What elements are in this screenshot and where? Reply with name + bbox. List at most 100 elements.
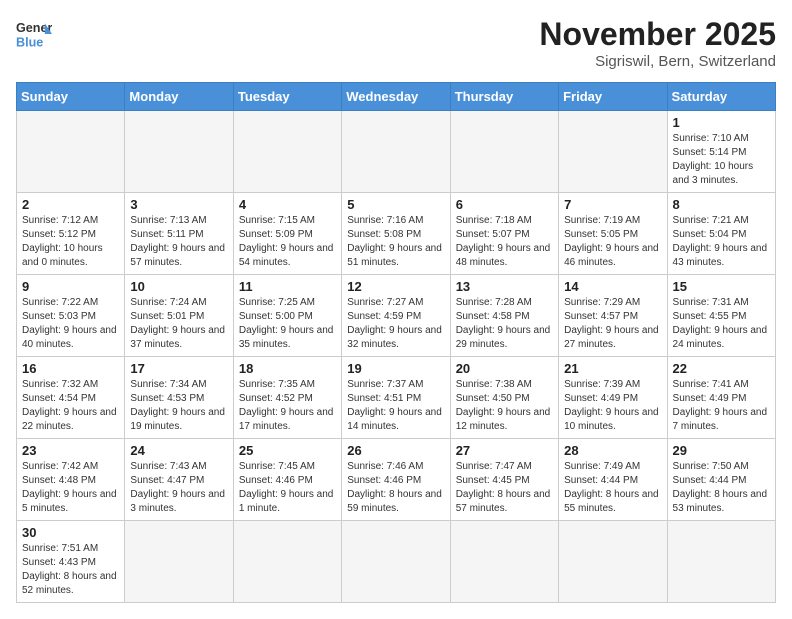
logo-icon: General Blue <box>16 16 52 52</box>
day-number: 16 <box>22 361 119 376</box>
day-info: Sunrise: 7:24 AM Sunset: 5:01 PM Dayligh… <box>130 296 227 352</box>
day-cell <box>450 111 558 193</box>
day-number: 19 <box>347 361 444 376</box>
day-number: 28 <box>564 443 661 458</box>
day-info: Sunrise: 7:45 AM Sunset: 4:46 PM Dayligh… <box>239 460 336 516</box>
day-cell <box>233 111 341 193</box>
day-number: 4 <box>239 197 336 212</box>
day-cell: 21 Sunrise: 7:39 AM Sunset: 4:49 PM Dayli… <box>559 357 667 439</box>
week-row-2: 2 Sunrise: 7:12 AM Sunset: 5:12 PM Daylig… <box>17 193 776 275</box>
day-info: Sunrise: 7:28 AM Sunset: 4:58 PM Dayligh… <box>456 296 553 352</box>
logo: General Blue <box>16 16 52 52</box>
day-cell: 30Sunrise: 7:51 AM Sunset: 4:43 PM Dayli… <box>17 521 125 603</box>
calendar-table: SundayMondayTuesdayWednesdayThursdayFrid… <box>16 82 776 603</box>
day-cell: 10 Sunrise: 7:24 AM Sunset: 5:01 PM Dayli… <box>125 275 233 357</box>
day-info: Sunrise: 7:39 AM Sunset: 4:49 PM Dayligh… <box>564 378 661 434</box>
day-cell: 26 Sunrise: 7:46 AM Sunset: 4:46 PM Dayli… <box>342 439 450 521</box>
day-cell: 4Sunrise: 7:15 AM Sunset: 5:09 PM Daylig… <box>233 193 341 275</box>
day-cell: 1 Sunrise: 7:10 AM Sunset: 5:14 PM Daylig… <box>667 111 775 193</box>
day-info: Sunrise: 7:37 AM Sunset: 4:51 PM Dayligh… <box>347 378 444 434</box>
day-number: 14 <box>564 279 661 294</box>
day-info: Sunrise: 7:51 AM Sunset: 4:43 PM Dayligh… <box>22 542 119 598</box>
day-cell: 19 Sunrise: 7:37 AM Sunset: 4:51 PM Dayli… <box>342 357 450 439</box>
day-number: 9 <box>22 279 119 294</box>
svg-text:Blue: Blue <box>16 36 43 50</box>
day-info: Sunrise: 7:46 AM Sunset: 4:46 PM Dayligh… <box>347 460 444 516</box>
day-number: 1 <box>673 115 770 130</box>
title-area: November 2025 Sigriswil, Bern, Switzerla… <box>539 16 776 70</box>
day-info: Sunrise: 7:42 AM Sunset: 4:48 PM Dayligh… <box>22 460 119 516</box>
day-info: Sunrise: 7:22 AM Sunset: 5:03 PM Dayligh… <box>22 296 119 352</box>
day-info: Sunrise: 7:35 AM Sunset: 4:52 PM Dayligh… <box>239 378 336 434</box>
day-info: Sunrise: 7:13 AM Sunset: 5:11 PM Dayligh… <box>130 214 227 270</box>
day-cell: 22Sunrise: 7:41 AM Sunset: 4:49 PM Dayli… <box>667 357 775 439</box>
day-cell: 15 Sunrise: 7:31 AM Sunset: 4:55 PM Dayli… <box>667 275 775 357</box>
week-row-4: 16 Sunrise: 7:32 AM Sunset: 4:54 PM Dayli… <box>17 357 776 439</box>
day-cell: 28 Sunrise: 7:49 AM Sunset: 4:44 PM Dayli… <box>559 439 667 521</box>
day-cell <box>559 111 667 193</box>
day-header-wednesday: Wednesday <box>342 83 450 111</box>
day-number: 2 <box>22 197 119 212</box>
location-subtitle: Sigriswil, Bern, Switzerland <box>539 53 776 70</box>
day-info: Sunrise: 7:49 AM Sunset: 4:44 PM Dayligh… <box>564 460 661 516</box>
day-number: 13 <box>456 279 553 294</box>
day-info: Sunrise: 7:31 AM Sunset: 4:55 PM Dayligh… <box>673 296 770 352</box>
day-number: 18 <box>239 361 336 376</box>
week-row-5: 23 Sunrise: 7:42 AM Sunset: 4:48 PM Dayli… <box>17 439 776 521</box>
day-cell: 8 Sunrise: 7:21 AM Sunset: 5:04 PM Daylig… <box>667 193 775 275</box>
day-info: Sunrise: 7:34 AM Sunset: 4:53 PM Dayligh… <box>130 378 227 434</box>
day-header-saturday: Saturday <box>667 83 775 111</box>
day-number: 26 <box>347 443 444 458</box>
day-number: 23 <box>22 443 119 458</box>
header: General Blue November 2025 Sigriswil, Be… <box>16 16 776 70</box>
day-cell <box>342 111 450 193</box>
day-cell <box>450 521 558 603</box>
day-number: 25 <box>239 443 336 458</box>
day-number: 8 <box>673 197 770 212</box>
day-cell <box>667 521 775 603</box>
day-number: 10 <box>130 279 227 294</box>
day-cell: 25 Sunrise: 7:45 AM Sunset: 4:46 PM Dayli… <box>233 439 341 521</box>
day-info: Sunrise: 7:32 AM Sunset: 4:54 PM Dayligh… <box>22 378 119 434</box>
day-info: Sunrise: 7:16 AM Sunset: 5:08 PM Dayligh… <box>347 214 444 270</box>
month-title: November 2025 <box>539 16 776 53</box>
day-cell: 18 Sunrise: 7:35 AM Sunset: 4:52 PM Dayli… <box>233 357 341 439</box>
day-header-tuesday: Tuesday <box>233 83 341 111</box>
day-info: Sunrise: 7:29 AM Sunset: 4:57 PM Dayligh… <box>564 296 661 352</box>
day-cell: 7Sunrise: 7:19 AM Sunset: 5:05 PM Daylig… <box>559 193 667 275</box>
day-info: Sunrise: 7:38 AM Sunset: 4:50 PM Dayligh… <box>456 378 553 434</box>
day-info: Sunrise: 7:10 AM Sunset: 5:14 PM Dayligh… <box>673 132 770 188</box>
day-cell <box>125 111 233 193</box>
day-cell: 5Sunrise: 7:16 AM Sunset: 5:08 PM Daylig… <box>342 193 450 275</box>
day-cell: 23 Sunrise: 7:42 AM Sunset: 4:48 PM Dayli… <box>17 439 125 521</box>
day-cell: 12 Sunrise: 7:27 AM Sunset: 4:59 PM Dayli… <box>342 275 450 357</box>
day-number: 6 <box>456 197 553 212</box>
day-number: 11 <box>239 279 336 294</box>
day-cell: 13 Sunrise: 7:28 AM Sunset: 4:58 PM Dayli… <box>450 275 558 357</box>
day-cell: 29Sunrise: 7:50 AM Sunset: 4:44 PM Dayli… <box>667 439 775 521</box>
day-cell: 17 Sunrise: 7:34 AM Sunset: 4:53 PM Dayli… <box>125 357 233 439</box>
day-number: 15 <box>673 279 770 294</box>
day-info: Sunrise: 7:25 AM Sunset: 5:00 PM Dayligh… <box>239 296 336 352</box>
day-info: Sunrise: 7:12 AM Sunset: 5:12 PM Dayligh… <box>22 214 119 270</box>
day-cell: 9 Sunrise: 7:22 AM Sunset: 5:03 PM Daylig… <box>17 275 125 357</box>
day-cell <box>17 111 125 193</box>
day-cell <box>233 521 341 603</box>
day-number: 22 <box>673 361 770 376</box>
day-number: 21 <box>564 361 661 376</box>
day-header-monday: Monday <box>125 83 233 111</box>
day-number: 27 <box>456 443 553 458</box>
day-cell <box>125 521 233 603</box>
day-number: 24 <box>130 443 227 458</box>
day-info: Sunrise: 7:50 AM Sunset: 4:44 PM Dayligh… <box>673 460 770 516</box>
day-number: 17 <box>130 361 227 376</box>
day-cell: 27Sunrise: 7:47 AM Sunset: 4:45 PM Dayli… <box>450 439 558 521</box>
day-cell: 24Sunrise: 7:43 AM Sunset: 4:47 PM Dayli… <box>125 439 233 521</box>
day-number: 12 <box>347 279 444 294</box>
day-info: Sunrise: 7:18 AM Sunset: 5:07 PM Dayligh… <box>456 214 553 270</box>
day-info: Sunrise: 7:27 AM Sunset: 4:59 PM Dayligh… <box>347 296 444 352</box>
day-info: Sunrise: 7:21 AM Sunset: 5:04 PM Dayligh… <box>673 214 770 270</box>
day-cell <box>559 521 667 603</box>
day-cell <box>342 521 450 603</box>
day-cell: 16 Sunrise: 7:32 AM Sunset: 4:54 PM Dayli… <box>17 357 125 439</box>
